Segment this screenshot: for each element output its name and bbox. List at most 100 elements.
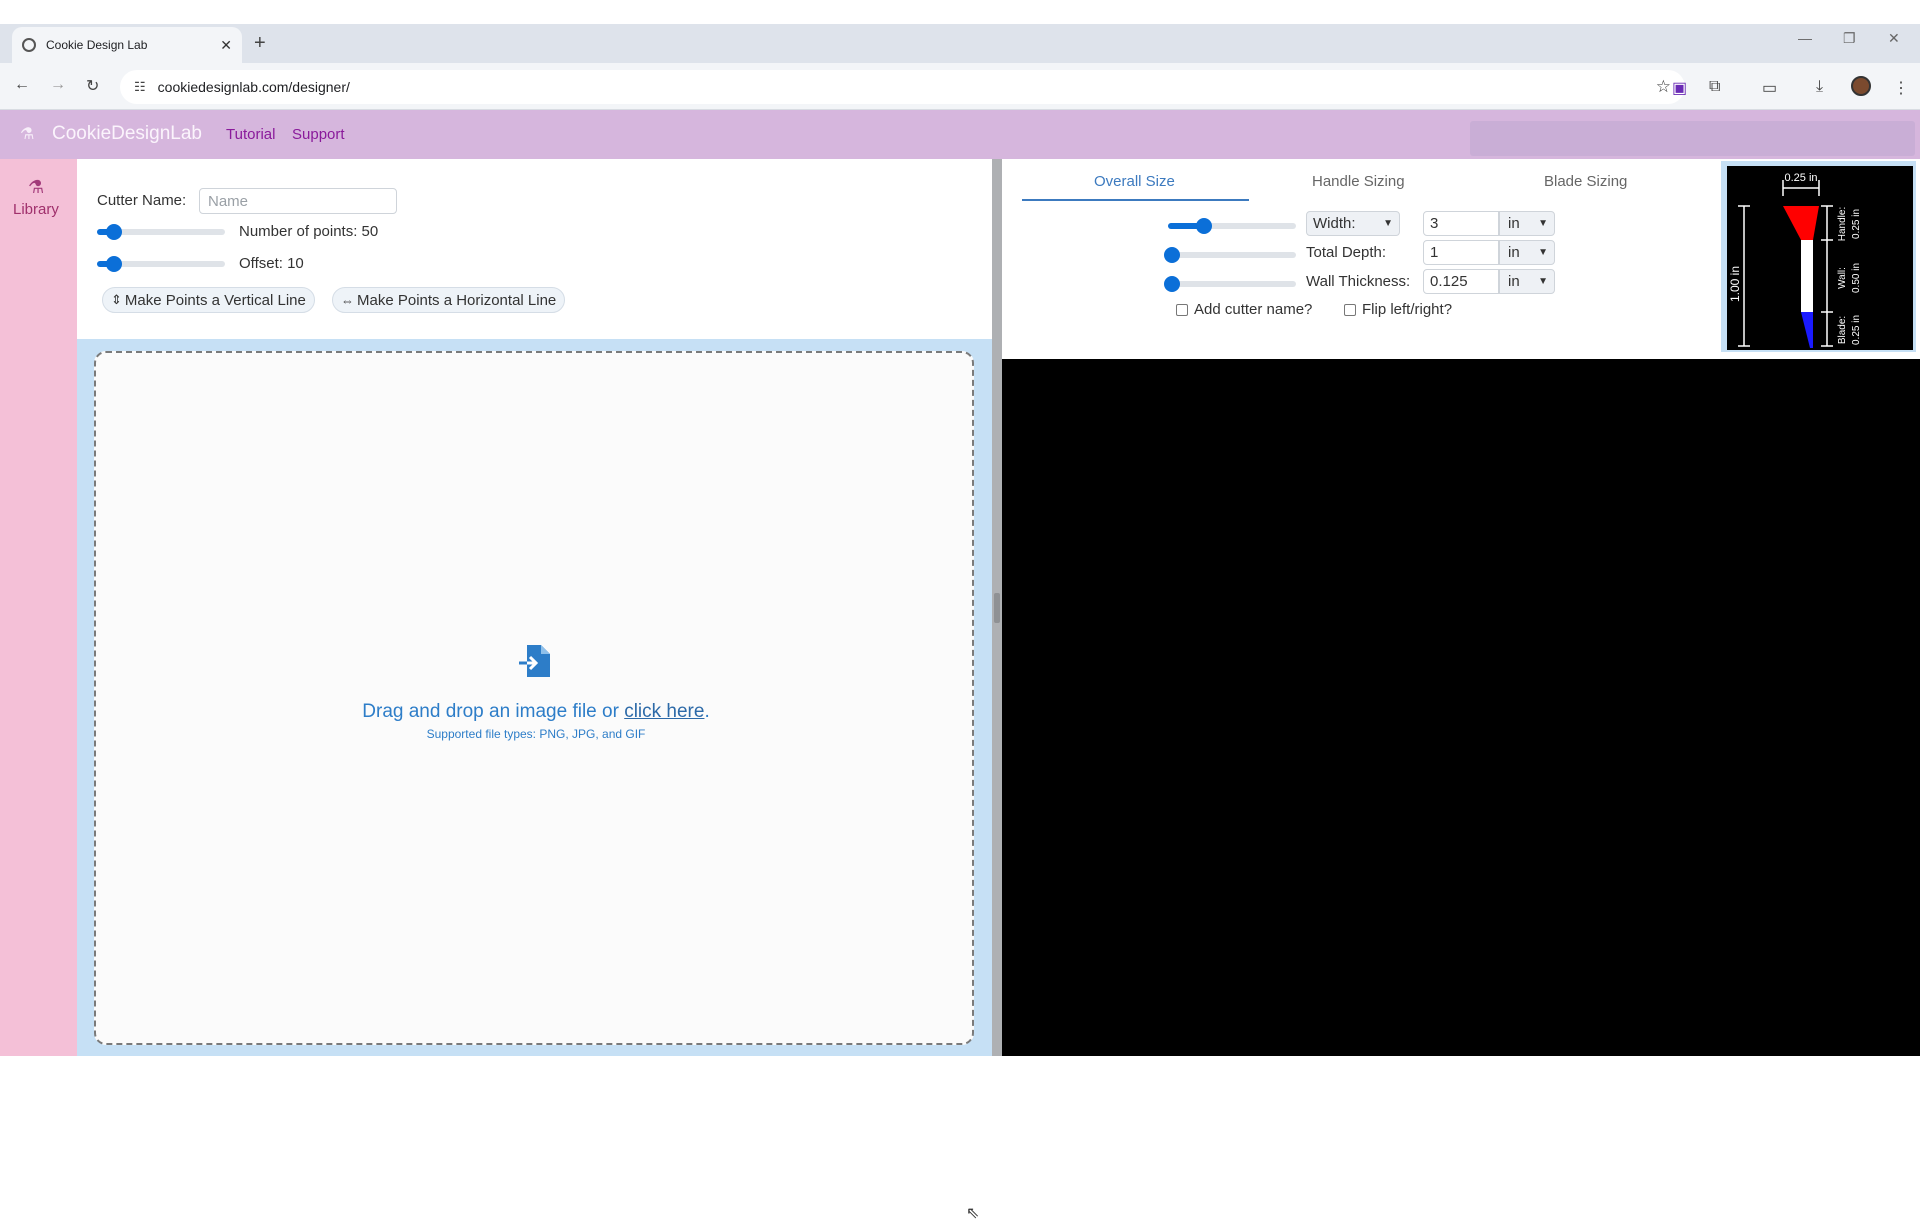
- depth-input[interactable]: [1423, 240, 1499, 265]
- header-right-box: [1470, 121, 1915, 156]
- download-icon[interactable]: ⤓: [1816, 78, 1823, 96]
- cast-icon[interactable]: ▭: [1762, 78, 1777, 98]
- dimension-select[interactable]: Width: ▼: [1306, 211, 1400, 236]
- address-bar-row: ← → ↻ ☷ cookiedesignlab.com/designer/ ☆ …: [0, 63, 1920, 110]
- add-cutter-name-checkbox[interactable]: Add cutter name?: [1176, 301, 1312, 318]
- profile-avatar[interactable]: [1851, 76, 1871, 96]
- supported-types-text: Supported file types: PNG, JPG, and GIF: [426, 727, 646, 741]
- handle-dim-value: 0.25 in: [1851, 209, 1862, 239]
- new-tab-icon[interactable]: +: [254, 32, 266, 55]
- points-slider-thumb[interactable]: [105, 224, 122, 240]
- horizontal-line-button[interactable]: ⇔ Make Points a Horizontal Line: [332, 287, 566, 313]
- wall-unit-select[interactable]: in ▼: [1499, 269, 1555, 294]
- horizontal-line-button-label: Make Points a Horizontal Line: [357, 291, 557, 309]
- depth-slider-thumb[interactable]: [1164, 247, 1180, 263]
- drop-text-after: .: [704, 701, 710, 722]
- handle-dim-label: Handle:: [1837, 207, 1848, 241]
- cross-section-preview: 0.25 in 1.00 in Handle: 0.25 in Wall: 0.…: [1727, 166, 1913, 350]
- window-close-icon[interactable]: ✕: [1888, 30, 1900, 47]
- site-favicon-icon: [22, 38, 36, 52]
- wall-dim-label: Wall:: [1837, 267, 1848, 289]
- extensions-puzzle-icon[interactable]: ⧉: [1709, 78, 1720, 96]
- width-unit-select[interactable]: in ▼: [1499, 211, 1555, 236]
- url-box[interactable]: ☷ cookiedesignlab.com/designer/ ☆: [120, 70, 1685, 104]
- reload-icon[interactable]: ↻: [86, 76, 99, 96]
- handle-section: [1783, 206, 1819, 240]
- forward-icon[interactable]: →: [50, 76, 66, 94]
- points-label: Number of points: 50: [239, 223, 379, 240]
- click-here-link[interactable]: click here: [624, 701, 704, 722]
- chevron-down-icon: ▼: [1538, 247, 1548, 258]
- brand-name[interactable]: CookieDesignLab: [52, 123, 202, 145]
- offset-slider-thumb[interactable]: [105, 256, 122, 272]
- tab-overall-size[interactable]: Overall Size: [1094, 173, 1175, 190]
- drop-instructions: Drag and drop an image file or click her…: [96, 701, 976, 723]
- extension-icon[interactable]: ▣: [1672, 78, 1687, 98]
- chevron-down-icon: ▼: [1383, 218, 1393, 229]
- url-text: cookiedesignlab.com/designer/: [157, 79, 350, 95]
- tab-title: Cookie Design Lab: [46, 38, 148, 52]
- active-tab-indicator: [1022, 199, 1249, 201]
- sidebar-item-label: Library: [13, 201, 59, 218]
- cutter-name-label: Cutter Name:: [97, 192, 187, 209]
- wall-slider-thumb[interactable]: [1164, 276, 1180, 292]
- flask-logo-icon: ⚗: [20, 126, 35, 143]
- nav-tutorial[interactable]: Tutorial: [226, 126, 275, 143]
- wall-slider[interactable]: [1164, 276, 1296, 292]
- blade-dim-value: 0.25 in: [1851, 315, 1862, 345]
- top-margin: [0, 0, 1920, 24]
- depth-label: Total Depth:: [1306, 244, 1387, 261]
- blade-dim-label: Blade:: [1837, 316, 1848, 344]
- width-slider-thumb[interactable]: [1196, 218, 1212, 234]
- wall-unit-value: in: [1508, 273, 1520, 290]
- top-dimension-label: 0.25 in: [1784, 172, 1817, 184]
- offset-label: Offset: 10: [239, 255, 304, 272]
- wall-section: [1801, 240, 1813, 312]
- minimize-icon[interactable]: —: [1798, 30, 1812, 46]
- tab-close-icon[interactable]: ✕: [220, 37, 232, 54]
- points-slider[interactable]: [97, 224, 225, 240]
- bottom-margin: [0, 1056, 1920, 1080]
- back-icon[interactable]: ←: [14, 76, 30, 94]
- vertical-line-button[interactable]: ⇕ Make Points a Vertical Line: [102, 287, 315, 313]
- library-icon: ⚗: [28, 177, 45, 197]
- vertical-align-icon: ⇕: [111, 292, 122, 307]
- app-header: ⚗ CookieDesignLab Tutorial Support: [0, 110, 1920, 159]
- flip-checkbox[interactable]: Flip left/right?: [1344, 301, 1452, 318]
- depth-slider[interactable]: [1164, 247, 1296, 263]
- wall-label: Wall Thickness:: [1306, 273, 1411, 290]
- nav-support[interactable]: Support: [292, 126, 345, 143]
- restore-icon[interactable]: ❐: [1843, 30, 1856, 47]
- checkbox-box[interactable]: [1176, 303, 1188, 316]
- file-import-icon: [519, 645, 550, 677]
- chevron-down-icon: ▼: [1538, 218, 1548, 229]
- wall-input[interactable]: [1423, 269, 1499, 294]
- 3d-viewport[interactable]: [1002, 359, 1920, 1056]
- width-slider[interactable]: [1168, 218, 1296, 234]
- tab-blade-sizing[interactable]: Blade Sizing: [1544, 173, 1627, 190]
- browser-menu-icon[interactable]: ⋮: [1893, 78, 1909, 98]
- offset-slider[interactable]: [97, 256, 225, 272]
- mouse-cursor-icon: ⇖: [966, 1205, 980, 1222]
- site-info-icon[interactable]: ☷: [134, 79, 146, 95]
- divider-grip-handle[interactable]: [994, 593, 1000, 623]
- depth-unit-select[interactable]: in ▼: [1499, 240, 1555, 265]
- wall-dim-value: 0.50 in: [1851, 263, 1862, 293]
- cutter-name-input[interactable]: [199, 188, 397, 214]
- tab-handle-sizing[interactable]: Handle Sizing: [1312, 173, 1405, 190]
- blade-section: [1801, 312, 1813, 348]
- browser-tab[interactable]: Cookie Design Lab ✕: [12, 27, 242, 63]
- drop-area-wrapper: Drag and drop an image file or click her…: [77, 339, 992, 1222]
- bookmark-star-icon[interactable]: ☆: [1656, 77, 1671, 97]
- width-input[interactable]: [1423, 211, 1499, 236]
- cross-section-diagram: 0.25 in 1.00 in Handle: 0.25 in Wall: 0.…: [1728, 172, 1862, 348]
- depth-unit-value: in: [1508, 244, 1520, 261]
- flip-label: Flip left/right?: [1362, 301, 1453, 318]
- horizontal-align-icon: ⇔: [341, 292, 354, 308]
- dimension-select-value: Width:: [1313, 215, 1356, 232]
- add-cutter-name-label: Add cutter name?: [1194, 301, 1313, 318]
- sidebar: ⚗ Library: [0, 159, 77, 1056]
- checkbox-box[interactable]: [1344, 303, 1356, 316]
- image-dropzone[interactable]: Drag and drop an image file or click her…: [94, 351, 979, 1222]
- point-controls-panel: Cutter Name: Number of points: 50 Offset…: [77, 159, 992, 339]
